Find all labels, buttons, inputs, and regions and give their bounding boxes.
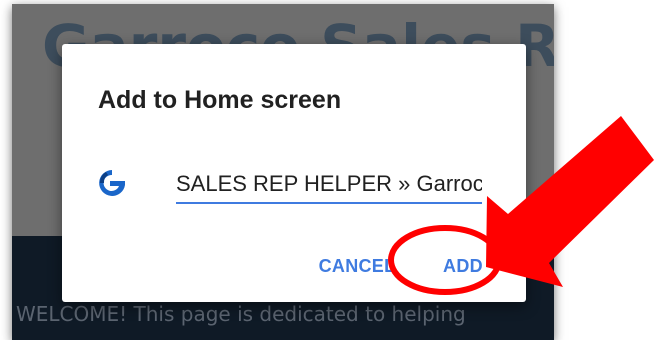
dialog-title: Add to Home screen bbox=[98, 86, 342, 114]
phone-screen: Garroco Sales Rep WELCOME! This page is … bbox=[12, 4, 554, 340]
shortcut-name-input[interactable] bbox=[176, 166, 482, 204]
add-to-home-dialog: Add to Home screen CANCEL ADD bbox=[62, 44, 526, 302]
cancel-button[interactable]: CANCEL bbox=[312, 248, 402, 284]
add-button[interactable]: ADD bbox=[434, 248, 492, 284]
welcome-text: WELCOME! This page is dedicated to helpi… bbox=[16, 302, 466, 326]
garroco-logo-icon bbox=[99, 170, 125, 196]
